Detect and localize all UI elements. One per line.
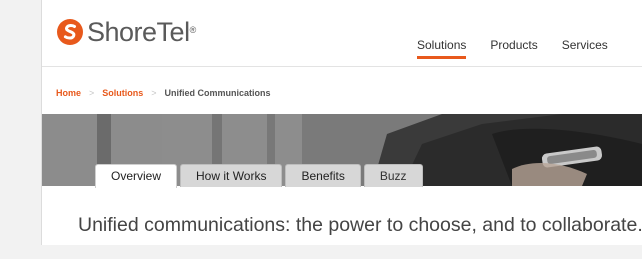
breadcrumb-separator: > bbox=[89, 88, 95, 98]
nav-services[interactable]: Services bbox=[562, 38, 608, 52]
tab-buzz[interactable]: Buzz bbox=[363, 164, 423, 187]
header-divider bbox=[42, 66, 642, 67]
site-header: ShoreTel® Solutions Products Services bbox=[42, 0, 642, 66]
breadcrumb-home[interactable]: Home bbox=[56, 88, 81, 98]
tab-overview[interactable]: Overview bbox=[95, 164, 178, 188]
content-tabs: Overview How it Works Benefits Buzz bbox=[95, 164, 426, 188]
brand-name: ShoreTel® bbox=[87, 17, 196, 47]
shoretel-logo[interactable]: ShoreTel® bbox=[56, 17, 196, 47]
page-headline: Unified communications: the power to cho… bbox=[78, 214, 642, 236]
nav-solutions[interactable]: Solutions bbox=[417, 38, 467, 59]
tab-how-it-works[interactable]: How it Works bbox=[180, 164, 283, 187]
content-sheet: ShoreTel® Solutions Products Services Ho… bbox=[42, 0, 642, 245]
shoretel-s-logo-icon bbox=[57, 19, 83, 45]
bottom-gutter bbox=[0, 245, 642, 259]
breadcrumb-separator: > bbox=[151, 88, 157, 98]
breadcrumb: Home > Solutions > Unified Communication… bbox=[56, 88, 271, 98]
nav-products[interactable]: Products bbox=[490, 38, 537, 52]
breadcrumb-solutions[interactable]: Solutions bbox=[102, 88, 143, 98]
page: ShoreTel® Solutions Products Services Ho… bbox=[0, 0, 642, 259]
tab-benefits[interactable]: Benefits bbox=[285, 164, 361, 187]
top-navigation: Solutions Products Services bbox=[417, 38, 632, 59]
breadcrumb-current: Unified Communications bbox=[164, 88, 271, 98]
